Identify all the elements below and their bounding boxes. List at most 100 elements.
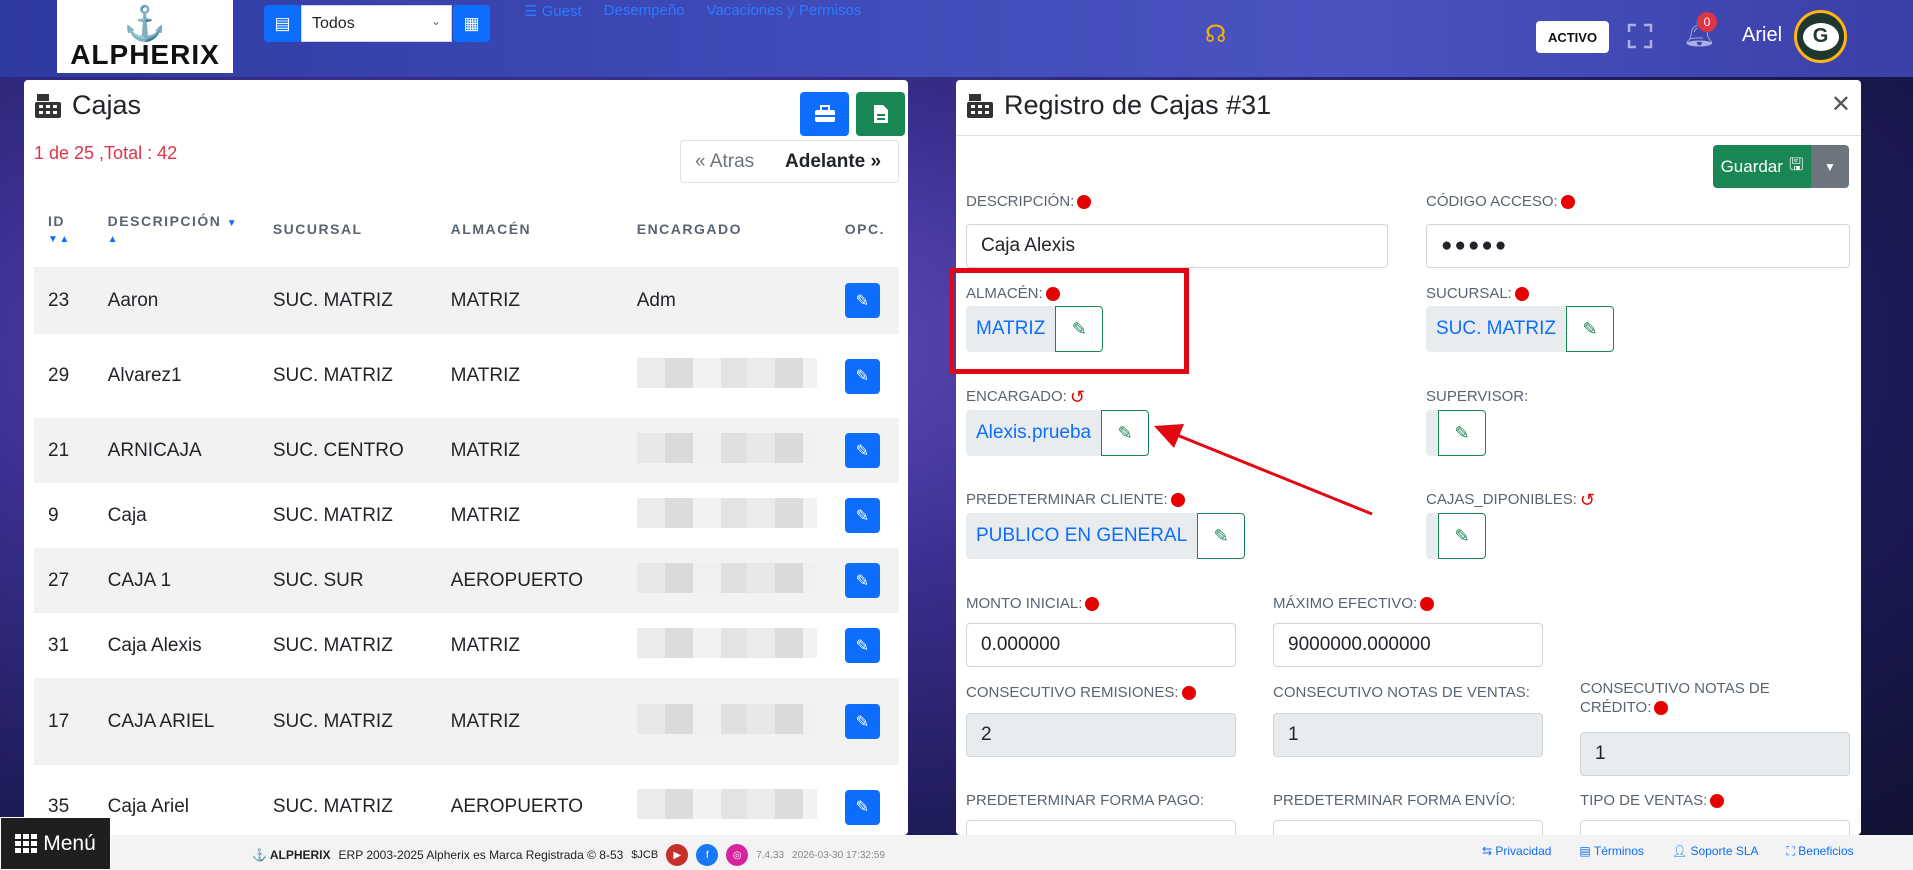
menu-button-label: Menú	[43, 831, 96, 855]
privacy-link[interactable]: ⇆ Privacidad	[1482, 844, 1551, 859]
descripcion-label-text: DESCRIPCIÓN:	[966, 193, 1075, 210]
col-sucursal[interactable]: SUCURSAL	[259, 190, 437, 267]
table-row[interactable]: 23 Aaron SUC. MATRIZ MATRIZ Adm ✎	[34, 267, 899, 334]
col-encargado[interactable]: ENCARGADO	[623, 190, 831, 267]
sort-asc-icon[interactable]: ▲	[108, 234, 119, 245]
tipo-ventas-select[interactable]	[1580, 820, 1850, 835]
benefits-link[interactable]: ⛶ Beneficios	[1787, 844, 1854, 859]
cell-descripcion: Caja Ariel	[107, 796, 189, 817]
redacted-value	[636, 497, 817, 528]
branch-select[interactable]: Todos ⌄	[301, 5, 452, 42]
avatar[interactable]: G	[1794, 10, 1847, 63]
export-excel-button[interactable]	[856, 92, 905, 136]
col-id[interactable]: ID ▼▲	[34, 190, 94, 267]
maximo-input[interactable]: 9000000.000000	[1273, 623, 1543, 667]
cons-nc-label-line2-text: CRÉDITO:	[1580, 699, 1652, 716]
prev-page-button[interactable]: « Atras	[681, 151, 771, 173]
link-guest[interactable]: ☰ Guest	[524, 2, 582, 20]
footer: ⚓ ALPHERIX ERP 2003-2025 Alpherix es Mar…	[0, 835, 1913, 870]
cell-encargado	[623, 334, 831, 418]
cell-descripcion: CAJA ARIEL	[93, 678, 259, 765]
forma-pago-select[interactable]	[966, 820, 1236, 835]
table-row[interactable]: 31 Caja Alexis SUC. MATRIZ MATRIZ ✎	[34, 613, 899, 678]
table-row[interactable]: 29 Alvarez1 SUC. MATRIZ MATRIZ ✎	[34, 334, 899, 418]
cons-rem-input[interactable]: 2	[966, 713, 1236, 757]
cons-nv-input[interactable]: 1	[1273, 713, 1543, 757]
required-dot-icon	[1514, 286, 1529, 301]
logo-mark-icon: ⚓	[123, 4, 167, 44]
cell-descripcion: ARNICAJA	[93, 418, 259, 483]
undo-icon[interactable]: ↺	[1070, 388, 1085, 406]
facebook-icon[interactable]: f	[696, 844, 719, 866]
cell-opc: ✎	[830, 267, 899, 334]
cell-sucursal: SUC. MATRIZ	[272, 796, 393, 817]
col-id-label: ID	[48, 212, 65, 229]
cell-encargado	[623, 613, 831, 678]
edit-row-button[interactable]: ✎	[844, 498, 880, 533]
supervisor-value	[1426, 410, 1438, 456]
edit-row-button[interactable]: ✎	[844, 704, 880, 739]
edit-row-button[interactable]: ✎	[844, 433, 880, 468]
redacted-value	[636, 789, 817, 819]
undo-icon[interactable]: ↺	[1580, 491, 1595, 509]
sucursal-label: SUCURSAL:	[1426, 285, 1529, 302]
cell-opc: ✎	[831, 765, 899, 835]
edit-sucursal-button[interactable]: ✎	[1565, 306, 1614, 352]
menu-button[interactable]: Menú	[0, 817, 111, 870]
table-row[interactable]: 21 ARNICAJA SUC. CENTRO MATRIZ ✎	[34, 418, 899, 483]
edit-row-button[interactable]: ✎	[844, 563, 880, 598]
monto-input[interactable]: 0.000000	[966, 623, 1236, 667]
descripcion-label: DESCRIPCIÓN:	[966, 193, 1092, 210]
toolbox-button[interactable]	[800, 92, 849, 136]
table-row[interactable]: 27 CAJA 1 SUC. SUR AEROPUERTO ✎	[34, 548, 899, 613]
company-logo[interactable]: ⚓ ALPHERIX	[57, 0, 233, 73]
terms-link[interactable]: ▤ Términos	[1579, 844, 1643, 859]
edit-row-button[interactable]: ✎	[844, 358, 880, 394]
save-button[interactable]: Guardar 🖫	[1713, 145, 1811, 188]
user-name[interactable]: Ariel	[1742, 24, 1782, 47]
edit-cajas-disponibles-button[interactable]: ✎	[1438, 513, 1486, 559]
next-page-button[interactable]: Adelante »	[771, 151, 881, 173]
cell-id: 21	[34, 418, 94, 483]
cell-opc: ✎	[830, 678, 899, 765]
save-dropdown-button[interactable]: ▼	[1811, 145, 1849, 188]
sort-icon[interactable]: ▼▲	[48, 234, 71, 245]
table-row[interactable]: 9 Caja SUC. MATRIZ MATRIZ ✎	[34, 483, 899, 548]
col-almacen[interactable]: ALMACÉN	[437, 190, 623, 267]
descripcion-input[interactable]: Caja Alexis	[966, 224, 1388, 268]
forma-pago-label: PREDETERMINAR FORMA PAGO:	[966, 792, 1205, 809]
store-icon[interactable]: ▤	[264, 5, 301, 42]
cell-almacen: MATRIZ	[450, 504, 520, 526]
status-badge[interactable]: ACTIVO	[1536, 21, 1609, 53]
edit-row-button[interactable]: ✎	[844, 789, 880, 825]
close-icon[interactable]: ✕	[1831, 90, 1851, 119]
cash-register-icon	[35, 93, 61, 118]
edit-encargado-button[interactable]: ✎	[1101, 410, 1150, 456]
headset-icon[interactable]: ☊	[1205, 20, 1226, 49]
encargado-field: Alexis.prueba ✎	[966, 410, 1150, 456]
cell-opc: ✎	[831, 334, 899, 418]
instagram-icon[interactable]: ◎	[726, 844, 749, 866]
expand-icon[interactable]	[1627, 23, 1653, 49]
support-link[interactable]: 👤︎ Soporte SLA	[1672, 844, 1759, 859]
calendar-icon[interactable]: ▦	[453, 5, 490, 42]
sort-desc-icon[interactable]: ▼	[227, 218, 238, 229]
youtube-icon[interactable]: ▶	[666, 844, 689, 866]
cell-almacen: MATRIZ	[436, 678, 623, 765]
edit-supervisor-button[interactable]: ✎	[1438, 410, 1486, 456]
codigo-input[interactable]: ●●●●●	[1426, 224, 1850, 268]
cajas-disponibles-value	[1426, 513, 1438, 559]
cons-nc-input[interactable]: 1	[1580, 732, 1850, 776]
edit-row-button[interactable]: ✎	[844, 628, 880, 663]
table-row[interactable]: 17 CAJA ARIEL SUC. MATRIZ MATRIZ ✎	[34, 678, 899, 765]
table-row[interactable]: 35 Caja Ariel SUC. MATRIZ AEROPUERTO ✎	[34, 765, 899, 835]
forma-envio-select[interactable]	[1273, 820, 1543, 835]
cell-id: 23	[34, 267, 94, 334]
col-descripcion[interactable]: DESCRIPCIÓN ▼ ▲	[94, 190, 259, 267]
link-desempeno[interactable]: Desempeño	[604, 2, 685, 20]
edit-row-button[interactable]: ✎	[844, 283, 880, 318]
cell-descripcion: Caja	[107, 504, 147, 526]
link-guest-label: Guest	[541, 3, 582, 20]
link-vacaciones[interactable]: Vacaciones y Permisos	[707, 2, 862, 20]
cell-id: 27	[34, 548, 94, 613]
